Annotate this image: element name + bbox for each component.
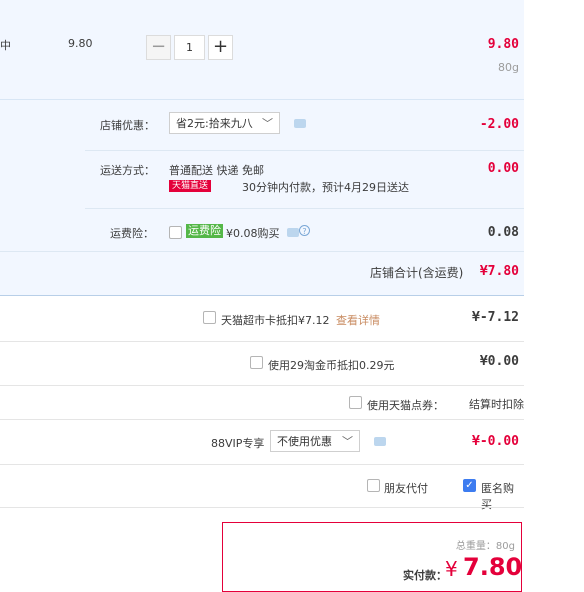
chevron-down-icon: ﹀ bbox=[262, 117, 273, 130]
supermarket-card-amount: ¥-7.12 bbox=[472, 310, 519, 325]
tmall-points-amount: 结算时扣除 bbox=[469, 398, 524, 411]
tmall-points-checkbox[interactable] bbox=[349, 396, 362, 409]
supermarket-card-row: 天猫超市卡抵扣¥7.12 查看详情 ¥-7.12 bbox=[0, 296, 524, 341]
store-total-label: 店铺合计(含运费) bbox=[370, 266, 464, 280]
freight-insurance-checkbox[interactable] bbox=[169, 226, 182, 239]
taojinbi-row: 使用29淘金币抵扣0.29元 ¥0.00 bbox=[0, 342, 524, 385]
increase-button[interactable]: + bbox=[208, 35, 233, 60]
vip88-value: 不使用优惠 bbox=[277, 435, 332, 448]
quantity-stepper[interactable]: − 1 + bbox=[146, 35, 233, 60]
supermarket-card-checkbox[interactable] bbox=[203, 311, 216, 324]
message-icon[interactable] bbox=[294, 119, 306, 128]
shipping-method: 普通配送 快递 免邮 bbox=[169, 164, 264, 177]
store-promo-value: 省2元:拾来九八 bbox=[176, 117, 253, 130]
taojinbi-checkbox[interactable] bbox=[250, 356, 263, 369]
vip88-row: 88VIP专享 不使用优惠 ﹀ ¥-0.00 bbox=[0, 420, 524, 464]
order-item-row: 中 9.80 − 1 + 9.80 80g bbox=[0, 0, 524, 100]
delivery-note: 30分钟内付款，预计4月29日送达 bbox=[242, 181, 409, 194]
item-unit-price: 9.80 bbox=[68, 37, 93, 50]
total-amount: 7.80 bbox=[463, 553, 523, 581]
message-icon[interactable] bbox=[287, 228, 299, 237]
anonymous-checkbox[interactable]: ✓ bbox=[463, 479, 476, 492]
store-promo-label: 店铺优惠： bbox=[100, 119, 155, 132]
store-promo-amount: -2.00 bbox=[479, 117, 519, 132]
taojinbi-label: 使用29淘金币抵扣0.29元 bbox=[268, 359, 395, 372]
friend-pay-label: 朋友代付 bbox=[384, 482, 428, 495]
taojinbi-amount: ¥0.00 bbox=[479, 354, 519, 369]
total-weight: 总重量：80g bbox=[455, 541, 515, 552]
order-summary-box: 总重量：80g 实付款： ¥ 7.80 bbox=[222, 522, 522, 592]
shipping-amount: 0.00 bbox=[487, 161, 519, 176]
pay-label: 实付款： bbox=[403, 569, 447, 582]
chevron-down-icon: ﹀ bbox=[342, 435, 353, 448]
message-icon[interactable] bbox=[374, 437, 386, 446]
quantity-input[interactable]: 1 bbox=[174, 35, 205, 60]
freight-insurance-text: ¥0.08购买 bbox=[226, 227, 280, 240]
store-services-panel: 店铺优惠： 省2元:拾来九八 ﹀ -2.00 运送方式： 普通配送 快递 免邮 … bbox=[0, 100, 524, 296]
vip88-select[interactable]: 不使用优惠 ﹀ bbox=[270, 430, 360, 452]
item-subtotal: 9.80 bbox=[487, 37, 519, 52]
item-name: 中 bbox=[0, 39, 11, 52]
tmall-points-row: 使用天猫点券： 结算时扣除 bbox=[0, 386, 524, 419]
options-row: 朋友代付 ✓ 匿名购买 bbox=[0, 465, 524, 511]
tmall-points-label: 使用天猫点券： bbox=[367, 399, 444, 412]
currency-symbol: ¥ bbox=[445, 557, 458, 581]
supermarket-card-label: 天猫超市卡抵扣¥7.12 bbox=[221, 314, 330, 327]
shipping-label: 运送方式： bbox=[100, 164, 155, 177]
vip88-amount: ¥-0.00 bbox=[472, 434, 519, 449]
freight-insurance-amount: 0.08 bbox=[487, 225, 519, 240]
store-promo-select[interactable]: 省2元:拾来九八 ﹀ bbox=[169, 112, 280, 134]
freight-insurance-label: 运费险： bbox=[110, 227, 154, 240]
decrease-button[interactable]: − bbox=[146, 35, 171, 60]
friend-pay-checkbox[interactable] bbox=[367, 479, 380, 492]
tmall-direct-badge: 天猫直送 bbox=[169, 180, 212, 192]
freight-insurance-tag: 运费险 bbox=[186, 224, 223, 238]
item-weight: 80g bbox=[498, 61, 519, 74]
store-total-amount: ¥7.80 bbox=[479, 264, 519, 279]
help-icon[interactable]: ? bbox=[299, 225, 310, 236]
view-details-link[interactable]: 查看详情 bbox=[336, 312, 380, 328]
vip88-label: 88VIP专享 bbox=[211, 437, 265, 450]
